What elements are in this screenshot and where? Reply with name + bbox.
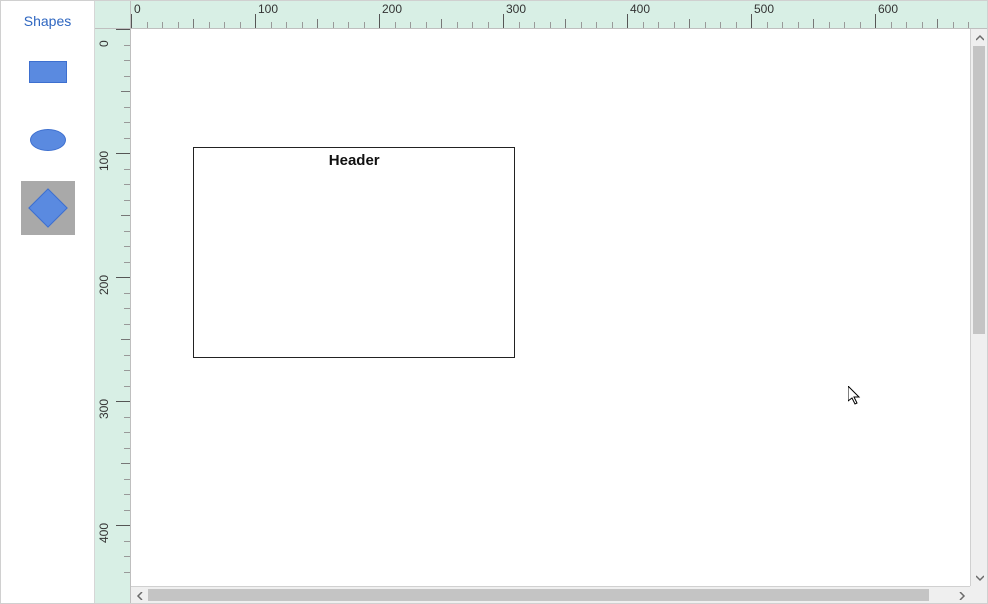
- rectangle-icon: [29, 61, 67, 83]
- shape-ellipse[interactable]: [21, 113, 75, 167]
- shape-diamond[interactable]: [21, 181, 75, 235]
- canvas[interactable]: Header: [131, 29, 970, 586]
- scroll-up-button[interactable]: [971, 29, 988, 46]
- ruler-v-label: 300: [97, 399, 111, 419]
- canvas-node[interactable]: Header: [193, 147, 515, 358]
- shapes-panel: Shapes: [1, 1, 95, 603]
- scrollbar-vertical[interactable]: [970, 29, 987, 586]
- ruler-v-label: 100: [97, 151, 111, 171]
- diamond-icon: [28, 188, 68, 228]
- scrollbar-vertical-thumb[interactable]: [973, 46, 985, 334]
- scroll-right-button[interactable]: [953, 587, 970, 604]
- ruler-h-label: 100: [258, 2, 278, 16]
- ruler-v-label: 400: [97, 523, 111, 543]
- shape-rectangle[interactable]: [21, 45, 75, 99]
- ruler-h-label: 500: [754, 2, 774, 16]
- chevron-up-icon: [976, 34, 984, 42]
- ruler-h-label: 300: [506, 2, 526, 16]
- corner-tr: [970, 1, 987, 29]
- ruler-v-label: 0: [97, 40, 111, 47]
- scroll-left-button[interactable]: [131, 587, 148, 604]
- shapes-panel-title: Shapes: [24, 7, 71, 45]
- ruler-h-label: 600: [878, 2, 898, 16]
- chevron-right-icon: [958, 592, 966, 600]
- ruler-v-label: 200: [97, 275, 111, 295]
- ruler-h-label: 200: [382, 2, 402, 16]
- scrollbar-horizontal[interactable]: [131, 586, 970, 603]
- scrollbar-horizontal-thumb[interactable]: [148, 589, 929, 601]
- editor-area: 0 100 200 300 400 500 600 0 100 200 300 400 Header: [95, 1, 987, 603]
- chevron-left-icon: [136, 592, 144, 600]
- ruler-h-label: 400: [630, 2, 650, 16]
- scroll-down-button[interactable]: [971, 569, 988, 586]
- ellipse-icon: [30, 129, 66, 151]
- ruler-horizontal[interactable]: 0 100 200 300 400 500 600: [131, 1, 970, 29]
- canvas-node-header[interactable]: Header: [194, 148, 514, 173]
- corner-bl: [95, 586, 131, 603]
- ruler-vertical[interactable]: 0 100 200 300 400: [95, 29, 131, 586]
- ruler-corner: [95, 1, 131, 29]
- ruler-h-label: 0: [134, 2, 141, 16]
- corner-br: [970, 586, 987, 603]
- chevron-down-icon: [976, 574, 984, 582]
